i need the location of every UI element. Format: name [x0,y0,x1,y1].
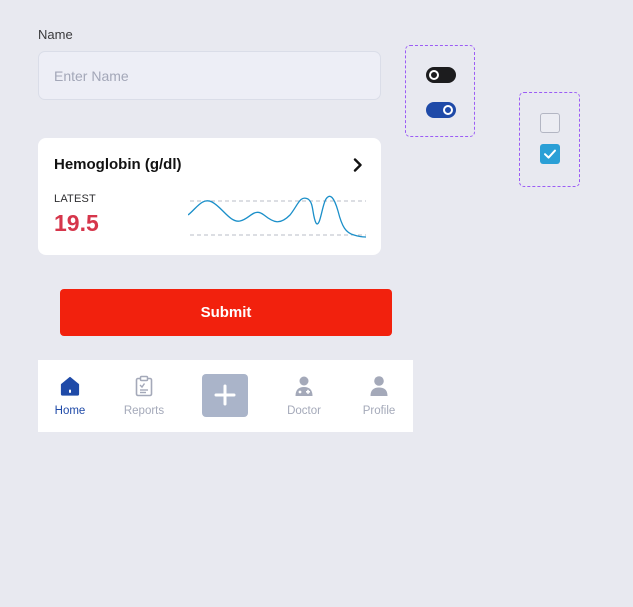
toggle-group [405,45,475,137]
nav-item-home[interactable]: Home [35,374,105,417]
toggle-switch-off[interactable] [426,67,456,83]
add-button[interactable] [202,374,248,417]
hemoglobin-card[interactable]: Hemoglobin (g/dl) LATEST 19.5 [38,138,381,255]
hemoglobin-sparkline [188,195,367,238]
checkbox-checked[interactable] [540,144,560,164]
latest-label: LATEST [54,193,96,205]
user-icon [370,376,388,396]
clipboard-icon [135,375,153,397]
nav-label-home: Home [54,405,86,417]
toggle-knob [429,70,439,80]
submit-button[interactable]: Submit [60,289,392,336]
nav-item-profile[interactable]: Profile [344,374,414,417]
nav-item-reports[interactable]: Reports [109,374,179,417]
nav-label-reports: Reports [123,405,165,417]
toggle-knob [443,105,453,115]
bottom-nav: Home Reports Doctor Profile [38,360,413,432]
nav-item-doctor[interactable]: Doctor [269,374,339,417]
name-label: Name [38,27,73,42]
toggle-switch-on[interactable] [426,102,456,118]
card-title: Hemoglobin (g/dl) [54,156,182,173]
latest-value: 19.5 [54,210,99,236]
nav-label-doctor: Doctor [287,405,321,417]
name-input[interactable] [38,51,381,100]
checkmark-icon [544,149,556,159]
checkbox-group [519,92,580,187]
sparkline-line [188,195,367,238]
checkbox-unchecked[interactable] [540,113,560,133]
home-icon [60,376,80,396]
chevron-right-icon[interactable] [353,158,363,172]
plus-icon [214,384,236,406]
nav-label-profile: Profile [362,405,396,417]
doctor-icon [295,376,313,396]
